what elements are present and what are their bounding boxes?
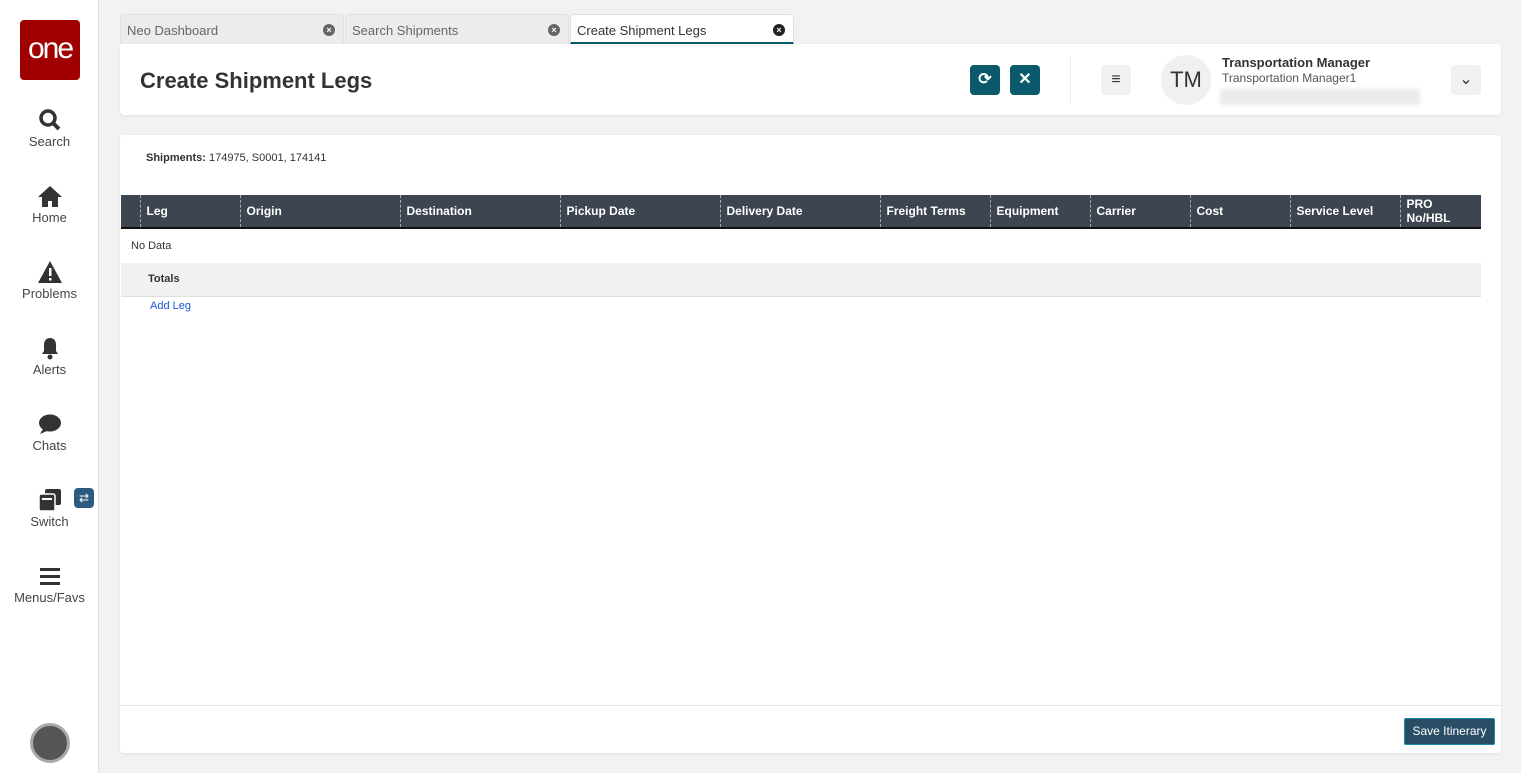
main-panel: Shipments: 174975, S0001, 174141 Leg Ori… — [120, 135, 1501, 753]
close-tab-icon[interactable]: × — [323, 24, 335, 36]
add-leg-link[interactable]: Add Leg — [150, 300, 191, 312]
no-data-text: No Data — [131, 240, 172, 252]
save-itinerary-button[interactable]: Save Itinerary — [1404, 718, 1495, 745]
nav-label: Search — [28, 134, 71, 149]
shipments-info: Shipments: 174975, S0001, 174141 — [146, 152, 326, 164]
column-header-equipment[interactable]: Equipment — [989, 195, 1090, 229]
column-header-delivery-date[interactable]: Delivery Date — [719, 195, 880, 229]
nav-label: Switch — [30, 514, 69, 529]
divider — [1070, 56, 1071, 104]
column-header-destination[interactable]: Destination — [399, 195, 560, 229]
footer-divider — [120, 705, 1501, 706]
column-header-pro-no-hbl[interactable]: PRO No/HBL — [1399, 195, 1481, 229]
shipments-value: 174975, S0001, 174141 — [208, 152, 327, 164]
tab-label: Neo Dashboard — [127, 23, 219, 38]
close-tab-icon[interactable]: × — [548, 24, 560, 36]
no-data-row: No Data — [121, 228, 1481, 263]
user-dropdown-chevron-icon[interactable]: ⌄ — [1451, 65, 1481, 95]
shipments-label: Shipments: — [146, 152, 206, 164]
close-button[interactable]: ✕ — [1010, 65, 1040, 95]
switch-windows-icon — [37, 489, 61, 512]
page-title: Create Shipment Legs — [140, 68, 373, 93]
nav-label: Menus/Favs — [14, 590, 85, 605]
bell-icon — [41, 338, 58, 360]
tab-create-shipment-legs[interactable]: Create Shipment Legs × — [570, 14, 794, 44]
column-header-cost[interactable]: Cost — [1189, 195, 1290, 229]
nav-problems[interactable]: Problems — [0, 260, 99, 301]
blurred-info — [1220, 89, 1420, 105]
nav-label: Problems — [22, 286, 77, 301]
column-header-service-level[interactable]: Service Level — [1289, 195, 1400, 229]
tab-search-shipments[interactable]: Search Shipments × — [345, 14, 569, 44]
legs-table: Leg Origin Destination Pickup Date Deliv… — [121, 195, 1481, 297]
assistant-avatar[interactable] — [30, 723, 70, 763]
nav-home[interactable]: Home — [0, 184, 99, 225]
tab-label: Search Shipments — [352, 23, 459, 38]
app-logo[interactable]: one — [20, 20, 80, 80]
page-header: Create Shipment Legs ⟳ ✕ ≡ TM Transporta… — [120, 44, 1501, 115]
column-header-origin[interactable]: Origin — [239, 195, 400, 229]
switch-badge-icon[interactable]: ⇄ — [74, 488, 94, 508]
home-icon — [37, 186, 62, 207]
nav-chats[interactable]: Chats — [0, 412, 99, 453]
column-header-pickup-date[interactable]: Pickup Date — [559, 195, 720, 229]
column-header-leg[interactable]: Leg — [139, 195, 240, 229]
column-header-carrier[interactable]: Carrier — [1089, 195, 1190, 229]
totals-label: Totals — [121, 263, 1481, 297]
refresh-button[interactable]: ⟳ — [970, 65, 1000, 95]
totals-row: Totals — [121, 263, 1481, 297]
sidebar: one Search Home Problems Alerts Chats Sw… — [0, 0, 99, 773]
chat-icon — [38, 414, 61, 434]
search-icon — [38, 109, 60, 131]
nav-search[interactable]: Search — [0, 108, 99, 149]
tab-label: Create Shipment Legs — [577, 23, 707, 38]
column-header-freight-terms[interactable]: Freight Terms — [879, 195, 990, 229]
menu-button[interactable]: ≡ — [1101, 65, 1131, 95]
warning-icon — [37, 261, 62, 283]
table-header-row: Leg Origin Destination Pickup Date Deliv… — [121, 195, 1481, 229]
nav-label: Alerts — [32, 362, 67, 377]
user-role: Transportation Manager1 — [1222, 71, 1357, 85]
nav-menus-favs[interactable]: Menus/Favs — [0, 566, 99, 605]
column-header-select[interactable] — [121, 195, 140, 229]
nav-label: Chats — [32, 438, 67, 453]
close-tab-icon[interactable]: × — [773, 24, 785, 36]
user-name: Transportation Manager — [1222, 55, 1371, 70]
user-avatar[interactable]: TM — [1161, 55, 1211, 105]
nav-alerts[interactable]: Alerts — [0, 336, 99, 377]
menu-icon — [39, 568, 60, 585]
tab-neo-dashboard[interactable]: Neo Dashboard × — [120, 14, 344, 44]
nav-label: Home — [32, 210, 67, 225]
tab-bar: Neo Dashboard × Search Shipments × Create … — [120, 14, 795, 44]
